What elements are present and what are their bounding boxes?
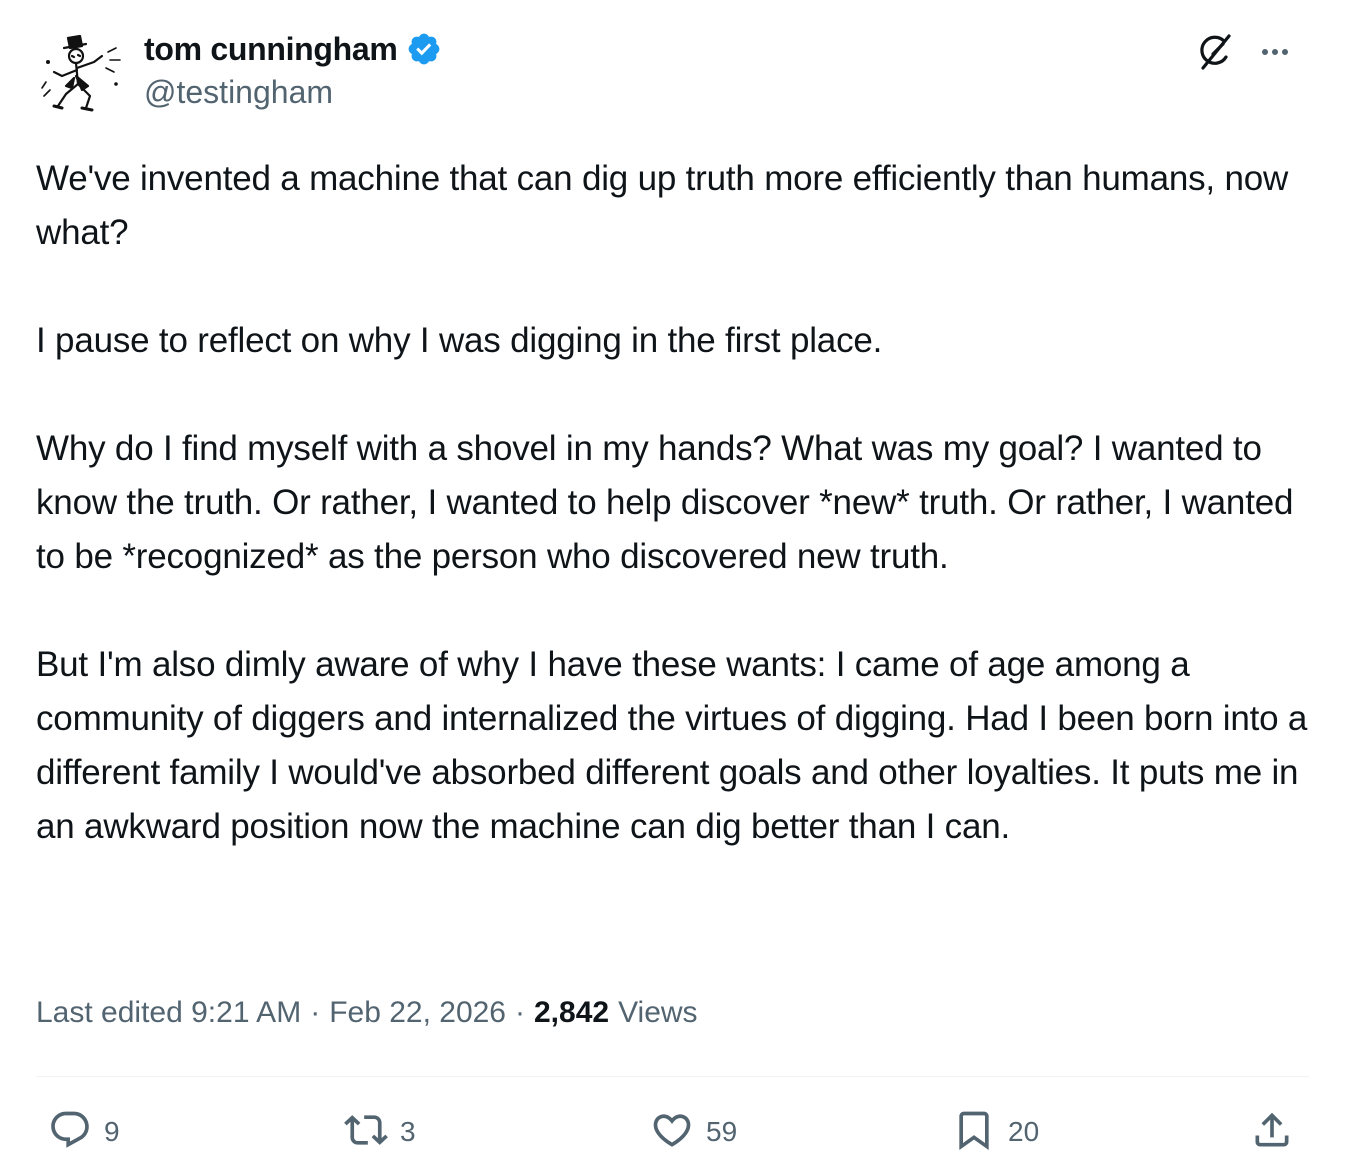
tweet-header: tom cunningham @testingham (36, 22, 1311, 122)
action-bar: 9 3 59 20 (0, 1100, 1347, 1170)
repost-count: 3 (400, 1116, 416, 1147)
repost-icon (344, 1115, 388, 1145)
repost-button[interactable]: 3 (344, 1108, 416, 1152)
tweet-text: We've invented a machine that can dig up… (36, 159, 1308, 846)
avatar[interactable] (36, 26, 132, 122)
bookmark-button[interactable]: 20 (952, 1108, 1039, 1152)
more-options-icon[interactable] (1253, 30, 1297, 74)
divider (36, 1076, 1309, 1077)
meta-separator: · (310, 996, 321, 1029)
share-icon (1255, 1112, 1289, 1147)
bookmark-icon (959, 1111, 989, 1151)
views-label: Views (618, 996, 698, 1029)
user-handle[interactable]: @testingham (144, 74, 442, 111)
bookmark-count: 20 (1008, 1116, 1040, 1147)
name-row: tom cunningham (144, 28, 442, 70)
grok-icon[interactable] (1193, 30, 1237, 74)
views-count: 2,842 (534, 996, 610, 1029)
display-name[interactable]: tom cunningham (144, 31, 398, 68)
edited-timestamp[interactable]: Last edited 9:21 AM (36, 996, 301, 1030)
share-button[interactable] (1250, 1108, 1294, 1152)
reply-icon (51, 1111, 89, 1148)
like-button[interactable]: 59 (650, 1108, 737, 1152)
verified-badge-icon[interactable] (406, 31, 442, 67)
like-count: 59 (706, 1116, 738, 1147)
reply-count: 9 (104, 1116, 120, 1147)
avatar-illustration (41, 34, 121, 112)
reply-button[interactable]: 9 (48, 1108, 120, 1152)
author-info: tom cunningham @testingham (144, 28, 442, 111)
tweet-meta: Last edited 9:21 AM · Feb 22, 2026 · 2,8… (36, 996, 698, 1030)
meta-separator: · (515, 996, 525, 1029)
post-date[interactable]: Feb 22, 2026 (329, 996, 506, 1030)
heart-icon (653, 1114, 691, 1147)
